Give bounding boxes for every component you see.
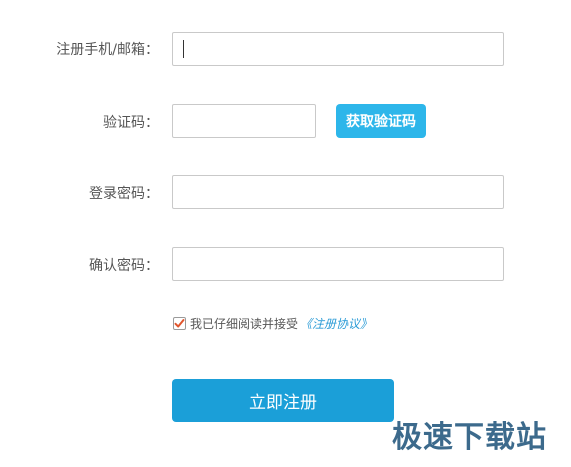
agreement-link[interactable]: 《注册协议》	[300, 315, 372, 332]
phone-email-input[interactable]	[172, 32, 504, 66]
agree-text: 我已仔细阅读并接受	[190, 316, 299, 331]
confirm-password-label: 确认密码：	[89, 258, 159, 274]
agree-checkbox[interactable]	[173, 316, 186, 330]
register-button[interactable]: 立即注册	[172, 379, 394, 422]
password-label: 登录密码：	[89, 186, 159, 202]
agreement-row: 我已仔细阅读并接受 《注册协议》	[173, 314, 372, 332]
checkmark-icon	[174, 318, 185, 327]
text-cursor	[183, 40, 184, 58]
verify-code-input[interactable]	[172, 104, 316, 138]
watermark-text: 极速下载站	[392, 420, 547, 455]
get-code-button[interactable]: 获取验证码	[336, 104, 426, 138]
confirm-password-input[interactable]	[172, 247, 504, 281]
password-input[interactable]	[172, 175, 504, 209]
phone-email-label: 注册手机/邮箱：	[56, 42, 159, 58]
verify-code-label: 验证码：	[103, 115, 159, 131]
